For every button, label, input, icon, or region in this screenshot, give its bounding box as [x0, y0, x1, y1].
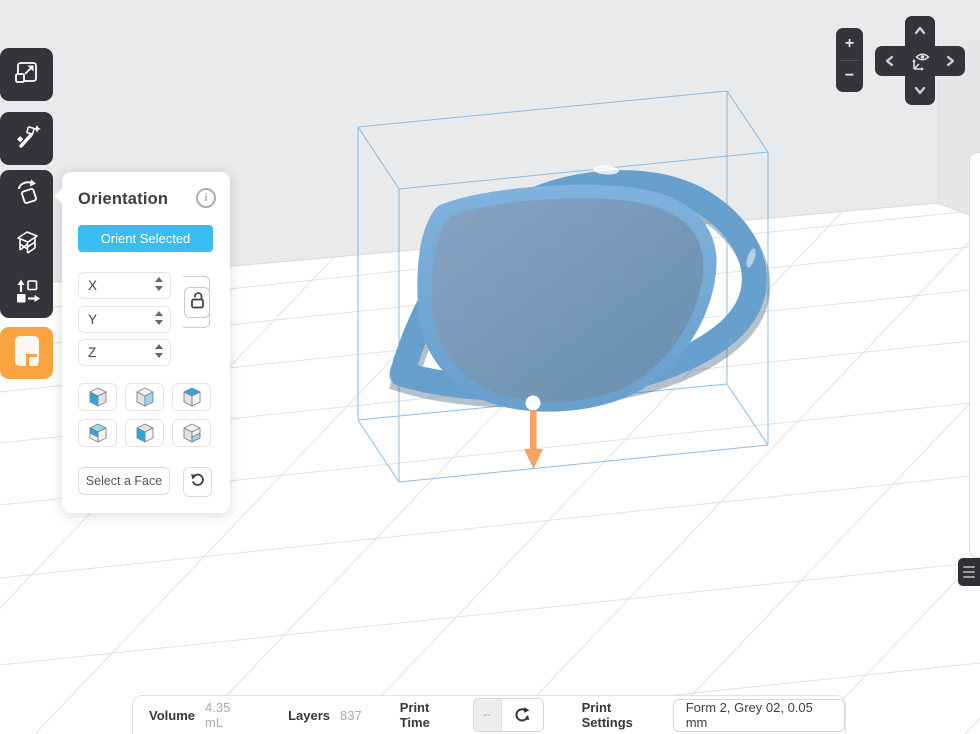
chevron-up-icon	[911, 22, 929, 40]
print-time-control[interactable]: --	[473, 698, 544, 732]
info-icon[interactable]: i	[196, 188, 216, 208]
collapsed-side-panel[interactable]	[969, 152, 980, 558]
zoom-in-button[interactable]: +	[836, 28, 863, 60]
orient-cube-top-left-button[interactable]	[78, 419, 117, 447]
layout-icon	[13, 277, 41, 310]
axis-z-field[interactable]: Z	[78, 339, 171, 366]
axis-x-spinner[interactable]	[155, 277, 163, 291]
resin-cartridge-icon	[12, 334, 42, 373]
orient-cube-left-button[interactable]	[125, 419, 164, 447]
supports-icon	[13, 227, 41, 260]
tool-group	[0, 170, 53, 318]
panel-title: Orientation	[78, 190, 168, 209]
unlock-icon	[190, 291, 205, 314]
zoom-out-button[interactable]: −	[836, 61, 863, 93]
supports-tool-button[interactable]	[0, 219, 53, 268]
axis-z-label: Z	[88, 345, 96, 360]
view-orbit-button[interactable]	[905, 46, 935, 76]
reset-icon	[190, 472, 206, 493]
orientation-panel: Orientation i Orient Selected X Y Z	[62, 172, 230, 513]
panel-toggle-tab[interactable]	[958, 558, 980, 586]
layers-value: 837	[340, 708, 362, 723]
orient-selected-button[interactable]: Orient Selected	[78, 225, 213, 252]
pan-right-button[interactable]	[935, 46, 965, 76]
eye-orbit-icon	[906, 47, 934, 75]
volume-label: Volume	[149, 708, 195, 723]
orient-cube-right-button[interactable]	[125, 383, 164, 411]
axis-z-spinner[interactable]	[155, 344, 163, 358]
magic-wand-tool-button[interactable]	[0, 112, 53, 165]
print-time-label: Print Time	[400, 700, 461, 730]
layout-tool-button[interactable]	[0, 269, 53, 318]
scale-tool-button[interactable]	[0, 48, 53, 101]
axis-y-label: Y	[88, 312, 97, 327]
menu-icon	[963, 566, 975, 578]
refresh-icon[interactable]	[502, 699, 543, 731]
reset-orientation-button[interactable]	[183, 467, 212, 497]
axis-x-field[interactable]: X	[78, 272, 171, 299]
print-time-value: --	[474, 699, 502, 731]
panel-notch	[54, 188, 63, 204]
print-settings-label: Print Settings	[582, 700, 663, 730]
lock-button[interactable]	[184, 287, 210, 318]
pan-down-button[interactable]	[905, 75, 935, 105]
axis-x-label: X	[88, 278, 97, 293]
orient-cube-front-button[interactable]	[78, 383, 117, 411]
magic-wand-icon	[13, 122, 41, 155]
select-face-button[interactable]: Select a Face	[78, 467, 170, 495]
chevron-down-icon	[911, 81, 929, 99]
status-bar: Volume 4.35 mL Layers 837 Print Time -- …	[132, 695, 846, 734]
orient-cube-bottom-button[interactable]	[172, 419, 211, 447]
print-settings-selector[interactable]: Form 2, Grey 02, 0.05 mm	[673, 699, 845, 732]
axis-y-spinner[interactable]	[155, 311, 163, 325]
scale-icon	[13, 58, 41, 91]
orient-tool-button[interactable]	[0, 170, 53, 219]
pan-up-button[interactable]	[905, 16, 935, 46]
axis-y-field[interactable]: Y	[78, 306, 171, 333]
orient-rotate-icon	[12, 177, 42, 212]
chevron-right-icon	[941, 52, 959, 70]
zoom-control: + −	[836, 28, 863, 92]
volume-value: 4.35 mL	[205, 700, 250, 730]
orient-cube-top-button[interactable]	[172, 383, 211, 411]
layers-label: Layers	[288, 708, 330, 723]
chevron-left-icon	[881, 52, 899, 70]
pan-left-button[interactable]	[875, 46, 905, 76]
cartridge-tool-button[interactable]	[0, 327, 53, 379]
